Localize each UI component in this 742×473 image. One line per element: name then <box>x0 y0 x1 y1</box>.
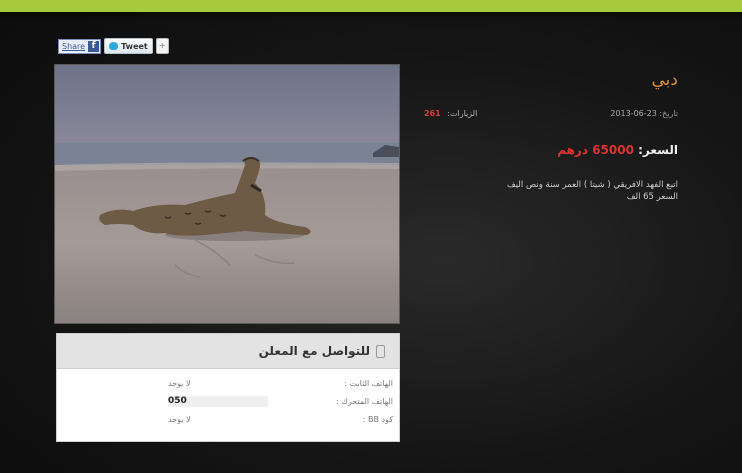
header-shadow <box>0 12 742 22</box>
twitter-bird-icon <box>109 42 119 50</box>
contact-row-value: لا يوجد <box>168 414 191 424</box>
date-label: تاريخ: <box>659 109 678 118</box>
date-value: 23-06-2013 <box>610 109 657 118</box>
listing-description: اتبع الفهد الافريقي ( شيتا ) العمر سنة و… <box>506 180 678 202</box>
visits-count: 261 <box>424 109 441 118</box>
contact-rows: الهاتف الثابت : لا يوجد الهاتف المتحرك :… <box>57 369 399 428</box>
contact-title: للتواصل مع المعلن <box>258 344 370 358</box>
visits-label: الزيارات: <box>447 109 478 118</box>
share-toolbar: Share f Tweet + <box>58 38 169 54</box>
facebook-share-button[interactable]: Share f <box>58 38 102 54</box>
contact-card-header: للتواصل مع المعلن <box>57 334 399 369</box>
tweet-label: Tweet <box>121 41 148 51</box>
contact-row-value[interactable]: 050 <box>168 395 268 407</box>
contact-row-bb: كود BB : لا يوجد <box>57 410 399 428</box>
listing-visits: الزيارات: 261 <box>424 109 477 118</box>
contact-row-landline: الهاتف الثابت : لا يوجد <box>57 374 399 392</box>
cheetah-on-beach-image <box>55 65 399 323</box>
share-label: Share <box>62 41 86 51</box>
facebook-icon: f <box>88 40 100 52</box>
phone-icon <box>376 344 385 358</box>
listing-date: تاريخ: 23-06-2013 <box>610 109 678 118</box>
listing-title: دبي <box>651 70 678 90</box>
top-accent-bar <box>0 0 742 12</box>
listing-price: السعر: 65000 درهم <box>557 143 678 157</box>
contact-row-label: كود BB : <box>362 414 393 424</box>
price-label: السعر: <box>638 143 678 157</box>
contact-row-label: الهاتف الثابت : <box>344 378 393 388</box>
listing-photo[interactable] <box>54 64 400 324</box>
contact-row-value: لا يوجد <box>168 378 191 388</box>
google-plus-button[interactable]: + <box>155 38 169 54</box>
price-value: 65000 درهم <box>557 143 634 157</box>
contact-row-mobile: الهاتف المتحرك : 050 <box>57 392 399 410</box>
tweet-button[interactable]: Tweet <box>104 38 153 54</box>
contact-row-label: الهاتف المتحرك : <box>336 396 393 406</box>
contact-card: للتواصل مع المعلن الهاتف الثابت : لا يوج… <box>56 333 400 442</box>
